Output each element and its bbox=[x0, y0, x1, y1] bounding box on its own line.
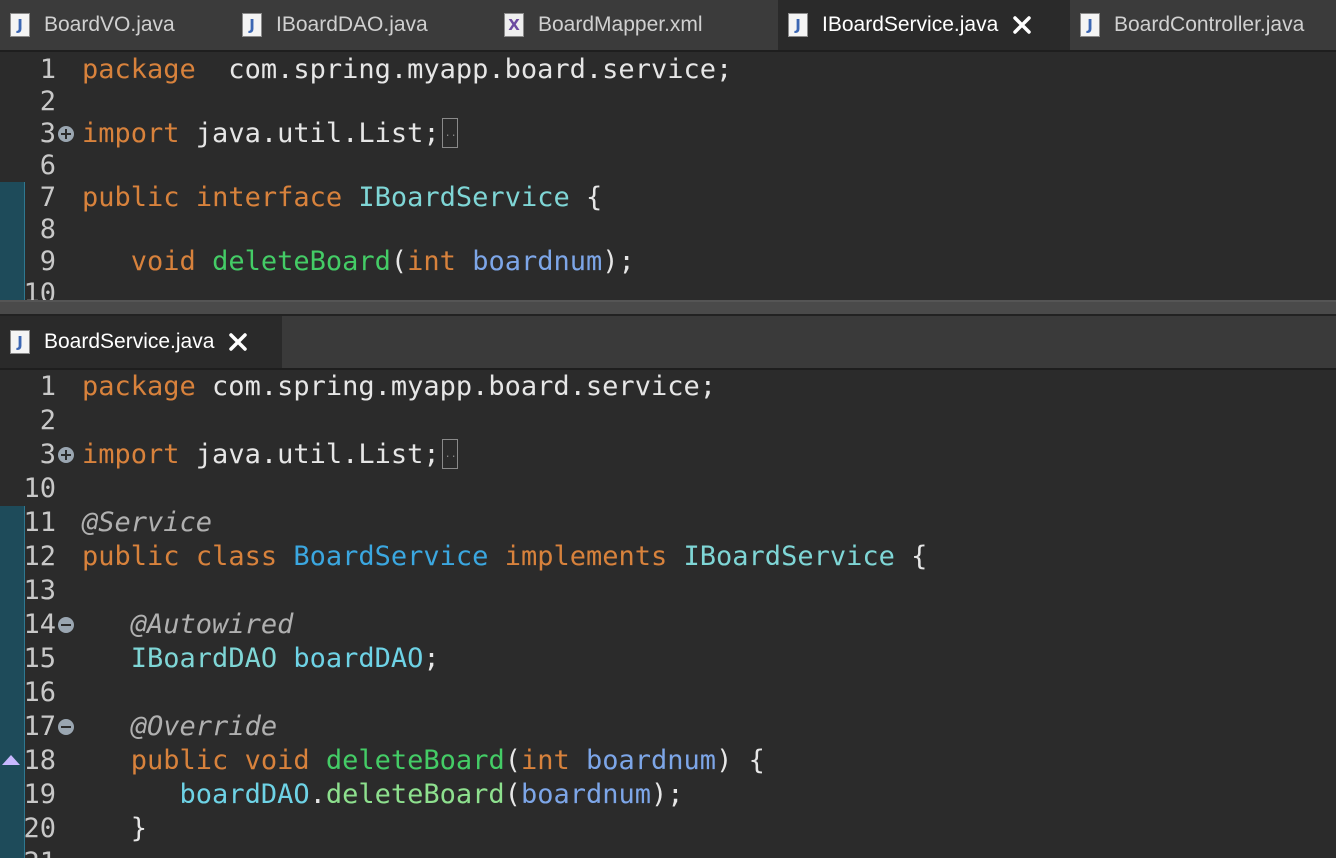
java-file-icon: J bbox=[788, 13, 808, 37]
java-file-icon: J bbox=[10, 330, 30, 354]
line-number: 17 bbox=[23, 711, 56, 742]
editor-splitter[interactable] bbox=[0, 300, 1336, 316]
line-number: 18 bbox=[23, 745, 56, 776]
code-line[interactable]: 21 bbox=[0, 846, 1336, 858]
line-number: 15 bbox=[23, 643, 56, 674]
line-number: 10 bbox=[23, 278, 56, 300]
code-text: } bbox=[82, 813, 148, 844]
line-number: 10 bbox=[23, 473, 56, 504]
code-line[interactable]: 3 import java.util.List; bbox=[0, 117, 1336, 150]
code-line[interactable]: 3 import java.util.List; bbox=[0, 438, 1336, 472]
code-text: import java.util.List; bbox=[82, 117, 458, 150]
tab-iboarddao[interactable]: J IBoardDAO.java bbox=[232, 0, 494, 50]
code-line[interactable]: 13 bbox=[0, 574, 1336, 608]
java-file-icon: J bbox=[1080, 13, 1100, 37]
code-text: package com.spring.myapp.board.service; bbox=[82, 371, 716, 402]
code-line[interactable]: 20 } bbox=[0, 812, 1336, 846]
code-text: public class BoardService implements IBo… bbox=[82, 541, 928, 572]
line-number: 3 bbox=[39, 439, 56, 470]
tab-boardservice[interactable]: J BoardService.java bbox=[0, 316, 282, 368]
code-line[interactable]: 18 public void deleteBoard(int boardnum)… bbox=[0, 744, 1336, 778]
line-number: 2 bbox=[39, 86, 56, 117]
tab-label: BoardMapper.xml bbox=[538, 13, 703, 36]
code-line[interactable]: 14 @Autowired bbox=[0, 608, 1336, 642]
code-line[interactable]: 2 bbox=[0, 404, 1336, 438]
bottom-editor-tab-bar: J BoardService.java bbox=[0, 316, 1336, 370]
line-number: 19 bbox=[23, 779, 56, 810]
code-line[interactable]: 19 boardDAO.deleteBoard(boardnum); bbox=[0, 778, 1336, 812]
code-line[interactable]: 10 bbox=[0, 278, 1336, 300]
collapse-fold-icon[interactable] bbox=[58, 719, 74, 735]
code-text: void deleteBoard(int boardnum); bbox=[130, 246, 635, 277]
code-line[interactable]: 12 public class BoardService implements I… bbox=[0, 540, 1336, 574]
code-text: import java.util.List; bbox=[82, 438, 458, 472]
line-number: 9 bbox=[39, 246, 56, 277]
code-text: @Autowired bbox=[130, 609, 294, 640]
line-number: 16 bbox=[23, 677, 56, 708]
java-file-icon: J bbox=[10, 13, 30, 37]
line-number: 1 bbox=[39, 54, 56, 85]
tab-boardvo[interactable]: J BoardVO.java bbox=[0, 0, 232, 50]
line-number: 21 bbox=[0, 846, 56, 858]
java-file-icon: J bbox=[242, 13, 262, 37]
line-number: 11 bbox=[23, 507, 56, 538]
line-number: 12 bbox=[23, 541, 56, 572]
code-text: boardDAO.deleteBoard(boardnum); bbox=[179, 779, 684, 810]
code-text: package com.spring.myapp.board.service; bbox=[82, 54, 733, 85]
line-number: 2 bbox=[39, 405, 56, 436]
expand-fold-icon[interactable] bbox=[58, 126, 74, 142]
tab-label: BoardVO.java bbox=[44, 13, 175, 36]
code-line[interactable]: 15 IBoardDAO boardDAO; bbox=[0, 642, 1336, 676]
expand-fold-icon[interactable] bbox=[58, 447, 74, 463]
code-text: IBoardDAO boardDAO; bbox=[130, 643, 440, 674]
line-number: 8 bbox=[39, 214, 56, 245]
code-line[interactable]: 8 bbox=[0, 214, 1336, 246]
line-number: 20 bbox=[23, 813, 56, 844]
tab-boardmapper[interactable]: X BoardMapper.xml bbox=[494, 0, 778, 50]
collapse-fold-icon[interactable] bbox=[58, 617, 74, 633]
close-icon[interactable] bbox=[1010, 13, 1034, 37]
code-line[interactable]: 1 package com.spring.myapp.board.service; bbox=[0, 54, 1336, 86]
code-line[interactable]: 2 bbox=[0, 86, 1336, 118]
tab-label: IBoardService.java bbox=[822, 13, 999, 36]
tab-label: IBoardDAO.java bbox=[276, 13, 428, 36]
code-line[interactable]: 1 package com.spring.myapp.board.service; bbox=[0, 370, 1336, 404]
tab-iboardservice[interactable]: J IBoardService.java bbox=[778, 0, 1070, 50]
top-editor-tab-bar: J BoardVO.java J IBoardDAO.java X BoardM… bbox=[0, 0, 1336, 52]
xml-file-icon: X bbox=[504, 13, 524, 37]
bottom-code-editor[interactable]: 1 package com.spring.myapp.board.service;… bbox=[0, 370, 1336, 858]
line-number: 7 bbox=[39, 182, 56, 213]
tab-boardcontroller[interactable]: J BoardController.java bbox=[1070, 0, 1336, 50]
code-text: public interface IBoardService { bbox=[82, 182, 603, 213]
folded-code-box[interactable] bbox=[441, 438, 458, 469]
code-line[interactable]: 6 bbox=[0, 150, 1336, 182]
folded-code-box[interactable] bbox=[441, 117, 458, 148]
code-line[interactable]: 16 bbox=[0, 676, 1336, 710]
tab-label: BoardController.java bbox=[1114, 13, 1305, 36]
code-text: @Service bbox=[82, 507, 213, 538]
close-icon[interactable] bbox=[226, 330, 250, 354]
line-number: 13 bbox=[23, 575, 56, 606]
code-line[interactable]: 7 public interface IBoardService { bbox=[0, 182, 1336, 214]
line-number: 1 bbox=[39, 371, 56, 402]
line-number: 14 bbox=[23, 609, 56, 640]
code-line[interactable]: 17 @Override bbox=[0, 710, 1336, 744]
line-number: 3 bbox=[39, 118, 56, 149]
code-line[interactable]: 9 void deleteBoard(int boardnum); bbox=[0, 246, 1336, 278]
code-text: @Override bbox=[130, 711, 278, 742]
code-line[interactable]: 11 @Service bbox=[0, 506, 1336, 540]
code-line[interactable]: 10 bbox=[0, 472, 1336, 506]
line-number: 6 bbox=[39, 150, 56, 181]
top-code-editor[interactable]: 1 package com.spring.myapp.board.service;… bbox=[0, 52, 1336, 300]
code-text: public void deleteBoard(int boardnum) { bbox=[130, 745, 765, 776]
tab-label: BoardService.java bbox=[44, 330, 215, 353]
